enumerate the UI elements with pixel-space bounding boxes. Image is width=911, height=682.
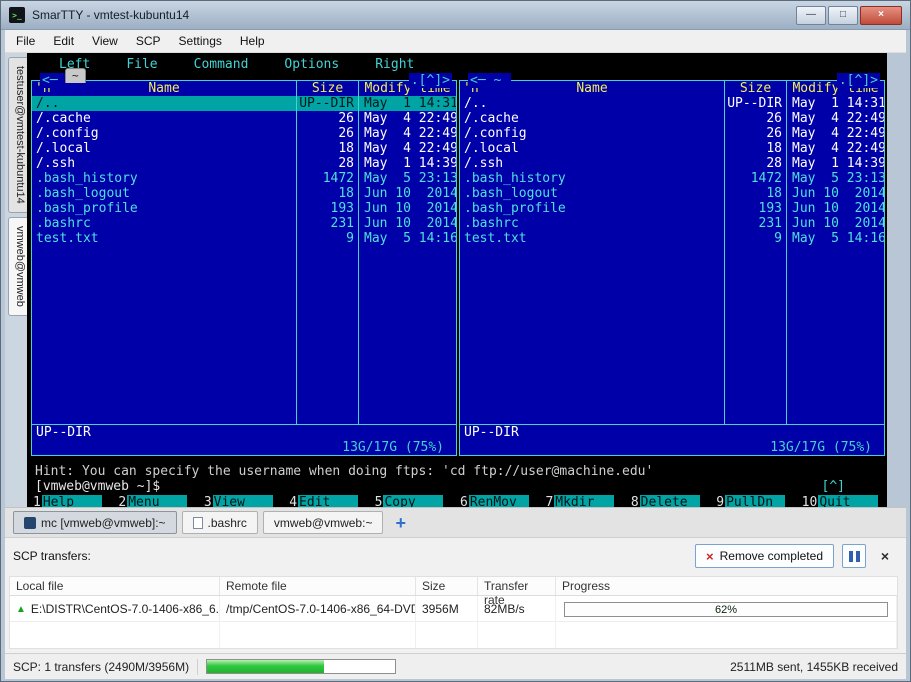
mc-panel-right: <─ ~ .[^]> 'n Name Size Modify time /.. U… (459, 73, 885, 456)
menu-edit[interactable]: Edit (44, 31, 83, 51)
panel-free-space: 13G/17G (75%) (770, 440, 872, 455)
mc-panels: <─ ~ .[^]> 'n Name Size Modify time /.. U… (31, 73, 885, 456)
close-button[interactable]: × (860, 5, 902, 25)
document-icon (192, 516, 203, 529)
status-bar: SCP: 1 transfers (2490M/3956M) 2511MB se… (5, 653, 906, 679)
status-bytes-counters: 2511MB sent, 1455KB received (730, 659, 898, 674)
file-row[interactable]: /.cache 26 May 4 22:49 (460, 111, 884, 126)
file-row[interactable]: /.. UP--DIR May 1 14:31 (460, 96, 884, 111)
panel-empty-area (460, 246, 884, 424)
add-tab-button[interactable]: + (388, 514, 413, 532)
transfer-rate: 82MB/s (478, 596, 556, 622)
mc-menu-command[interactable]: Command (194, 57, 249, 72)
panel-ministatus: UP--DIR (464, 425, 519, 440)
remove-completed-button[interactable]: × Remove completed (695, 544, 834, 568)
menu-bar: File Edit View SCP Settings Help (5, 30, 906, 53)
terminal[interactable]: Left File Command Options Right ~ <─ ~ .… (27, 53, 887, 510)
mc-menu-bar: Left File Command Options Right (31, 57, 887, 72)
column-header-size[interactable]: Size (724, 81, 786, 96)
menu-scp[interactable]: SCP (127, 31, 170, 51)
status-progress-bar (206, 659, 397, 674)
column-header-size[interactable]: Size (296, 81, 358, 96)
panel-free-space: 13G/17G (75%) (342, 440, 444, 455)
header-local-file[interactable]: Local file (10, 577, 220, 595)
file-row[interactable]: .bash_profile 193 Jun 10 2014 (32, 201, 456, 216)
remove-completed-icon: × (706, 548, 714, 564)
mc-menu-options[interactable]: Options (284, 57, 339, 72)
panel-ministatus: UP--DIR (36, 425, 91, 440)
shell-prompt: [vmweb@vmweb ~]$ (35, 479, 161, 494)
side-tab-testuser[interactable]: testuser@vmtest-kubuntu14 (8, 57, 27, 213)
minimize-button[interactable]: — (796, 5, 826, 25)
file-row[interactable]: /.ssh 28 May 1 14:39 (460, 156, 884, 171)
app-icon: >_ (9, 7, 25, 23)
header-remote-file[interactable]: Remote file (220, 577, 416, 595)
transfer-size: 3956M (416, 596, 478, 622)
side-tab-strip: testuser@vmtest-kubuntu14 vmweb@vmweb (5, 53, 27, 507)
current-dir-chip[interactable]: ~ (65, 68, 86, 83)
scp-panel-title: SCP transfers: (13, 549, 91, 563)
maximize-button[interactable]: □ (828, 5, 858, 25)
session-tab-bashrc[interactable]: .bashrc (181, 511, 258, 534)
header-size[interactable]: Size (416, 577, 478, 595)
file-row[interactable]: /.. UP--DIR May 1 14:31 (32, 96, 456, 111)
panel-column-headers: 'n Name Size Modify time (460, 81, 884, 96)
file-row[interactable]: .bash_profile 193 Jun 10 2014 (460, 201, 884, 216)
close-scp-panel-button[interactable]: × (874, 545, 896, 567)
transfer-progress-label: 62% (714, 603, 738, 616)
status-transfer-summary: SCP: 1 transfers (2490M/3956M) (13, 659, 190, 674)
transfer-row[interactable]: ▲ E:\DISTR\CentOS-7.0-1406-x86_6... /tmp… (10, 596, 897, 622)
file-row[interactable]: .bash_history 1472 May 5 23:13 (32, 171, 456, 186)
file-row[interactable]: /.config 26 May 4 22:49 (32, 126, 456, 141)
mc-menu-file[interactable]: File (126, 57, 157, 72)
title-bar: >_ SmarTTY - vmtest-kubuntu14 — □ × (1, 1, 910, 30)
file-row[interactable]: /.cache 26 May 4 22:49 (32, 111, 456, 126)
header-progress[interactable]: Progress (556, 577, 897, 595)
app-window: >_ SmarTTY - vmtest-kubuntu14 — □ × File… (0, 0, 911, 682)
status-divider (197, 658, 199, 675)
menu-view[interactable]: View (83, 31, 127, 51)
transfer-progress-bar: 62% (564, 601, 888, 617)
window-title: SmarTTY - vmtest-kubuntu14 (32, 8, 190, 22)
mc-hint-line: Hint: You can specify the username when … (35, 464, 654, 479)
mc-panel-left: <─ ~ .[^]> 'n Name Size Modify time /.. U… (31, 73, 457, 456)
file-row[interactable]: /.config 26 May 4 22:49 (460, 126, 884, 141)
header-transfer-rate[interactable]: Transfer rate (478, 577, 556, 607)
panel-empty-area (32, 246, 456, 424)
upload-icon: ▲ (16, 603, 26, 615)
command-line[interactable]: [vmweb@vmweb ~]$ [^] (31, 479, 887, 494)
file-row[interactable]: test.txt 9 May 5 14:16 (32, 231, 456, 246)
menu-help[interactable]: Help (231, 31, 274, 51)
transfer-remote-file: /tmp/CentOS-7.0-1406-x86_64-DVD.i... (220, 596, 416, 622)
session-tab-mc[interactable]: mc [vmweb@vmweb]:~ (13, 511, 177, 534)
scp-table-header: Local file Remote file Size Transfer rat… (10, 577, 897, 607)
session-tab-bar: mc [vmweb@vmweb]:~ .bashrc vmweb@vmweb:~… (5, 507, 906, 537)
panel-path-label[interactable]: <─ ~ (468, 73, 512, 88)
file-row[interactable]: .bashrc 231 Jun 10 2014 (460, 216, 884, 231)
scp-transfer-table: Local file Remote file Size Transfer rat… (9, 576, 898, 649)
file-row[interactable]: .bash_logout 18 Jun 10 2014 (32, 186, 456, 201)
scp-table-empty-area (10, 622, 897, 648)
mc-menu-right[interactable]: Right (375, 57, 414, 72)
side-tab-vmweb[interactable]: vmweb@vmweb (8, 216, 27, 316)
panel-scroll-marker[interactable]: .[^]> (408, 73, 452, 88)
mc-tab-icon (24, 516, 36, 529)
file-row[interactable]: /.ssh 28 May 1 14:39 (32, 156, 456, 171)
file-row[interactable]: .bash_history 1472 May 5 23:13 (460, 171, 884, 186)
file-row[interactable]: .bashrc 231 Jun 10 2014 (32, 216, 456, 231)
panel-column-headers: 'n Name Size Modify time (32, 81, 456, 96)
panel-scroll-marker[interactable]: .[^]> (836, 73, 880, 88)
menu-file[interactable]: File (7, 31, 44, 51)
pause-icon (848, 550, 860, 562)
scp-transfers-panel: SCP transfers: × Remove completed × Loca… (5, 537, 906, 653)
file-row[interactable]: .bash_logout 18 Jun 10 2014 (460, 186, 884, 201)
file-row[interactable]: test.txt 9 May 5 14:16 (460, 231, 884, 246)
session-tab-shell[interactable]: vmweb@vmweb:~ (262, 511, 384, 534)
menu-settings[interactable]: Settings (170, 31, 231, 51)
history-button[interactable]: [^] (822, 479, 845, 494)
pause-transfers-button[interactable] (842, 544, 866, 568)
file-row[interactable]: /.local 18 May 4 22:49 (460, 141, 884, 156)
transfer-local-file: E:\DISTR\CentOS-7.0-1406-x86_6... (30, 602, 220, 616)
file-row[interactable]: /.local 18 May 4 22:49 (32, 141, 456, 156)
